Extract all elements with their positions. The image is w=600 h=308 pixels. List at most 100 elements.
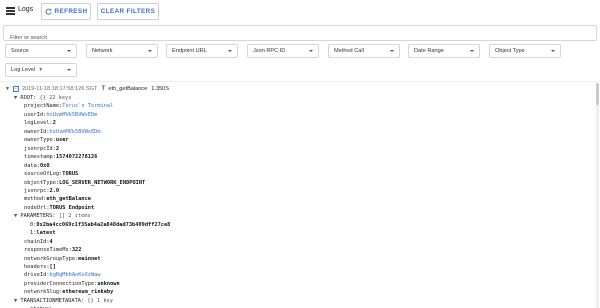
json-value: 0x2ba4cc069c1f35ab4a2a848dad73b409dff27c… [36,221,171,228]
json-value: [] [49,264,56,270]
json-key: ownerId: [24,128,50,135]
search-box [3,25,597,45]
json-key: providerConnectionType: [24,280,98,287]
json-field: jsonrpcId:2 [24,145,59,153]
json-value: hxUvmMVk5BVWxEDm [46,111,98,118]
json-key: driveId: [24,272,50,279]
json-key: ownerType: [24,137,56,144]
refresh-button[interactable]: REFRESH [41,3,91,20]
json-field: providerConnectionType:unknown [24,280,120,288]
chevron-down-icon [67,69,71,71]
chevron-down-icon [148,50,152,52]
json-rpc-id-filter[interactable]: Json RPC ID [247,44,319,58]
json-value: 2 [55,145,60,152]
refresh-icon [45,8,52,15]
json-field: networkGroupType:mainnet [24,255,101,263]
chevron-down-icon [470,50,474,52]
object-type-filter[interactable]: Object Type [489,44,561,58]
json-field: networkSlug:ethereum_rinkeby [24,288,113,296]
chevron-down-icon [309,50,313,52]
transaction-metadata-summary: {} 1 key [87,297,113,304]
json-value: 2 [52,120,56,127]
json-key: sourceOfLog: [24,171,63,178]
transaction-metadata-label: TRANSACTIONMETADATA: [20,297,85,304]
json-field: 1:latest [30,229,56,237]
json-value: Torus's Terminal [62,103,114,110]
json-key: responseTimeMs: [24,247,72,254]
json-value: ethereum_rinkeby [62,289,114,296]
log-timestamp: 2019-11-18 18:17:58:126 SGT [21,85,98,92]
json-key: nodeUrl: [24,204,50,211]
json-key: jsonrpc: [24,187,50,194]
filter-icon: ▼ [38,67,44,73]
clear-filters-button[interactable]: CLEAR FILTERS [97,3,159,20]
menu-icon[interactable] [6,7,15,15]
root-summary: {} 22 keys [39,95,72,101]
endpoint-url-filter-label: Endpoint URL [172,48,207,54]
json-field: driveId:kgBgMhbAeKoXzWaw [24,271,101,279]
json-key: objectType: [24,179,60,186]
log-method: eth_getBalance [108,85,148,92]
chevron-down-icon [390,50,394,52]
json-value: TORUS [62,171,79,178]
json-field: sourceOfLog:TORUS [24,170,78,178]
json-field: responseTimeMs:322 [24,246,81,254]
top-bar: Logs REFRESH CLEAR FILTERS [0,0,600,24]
network-filter-label: Network [92,48,113,54]
divider [0,81,600,82]
json-key: data: [24,162,40,169]
method-call-filter[interactable]: Method Call [328,44,400,58]
json-key: timestamp: [24,154,56,161]
json-value: TORUS Endpoint [49,204,95,211]
json-field: projectName:Torus's Terminal [24,102,113,110]
json-key: userId: [24,111,47,118]
scrollbar-thumb[interactable] [596,83,599,105]
json-field: userId:hxUvmMVk5BVWxEDm [24,111,97,119]
source-filter-label: Source [11,48,29,54]
scrollbar[interactable] [596,83,599,308]
json-field: 0:0x2ba4cc069c1f35ab4a2a848dad73b409dff2… [30,221,170,229]
json-value: 2.0 [49,187,60,194]
transaction-metadata-node[interactable]: ▼ TRANSACTIONMETADATA: {} 1 key [14,297,113,305]
log-level-filter[interactable]: Log Level ▼ [5,63,77,77]
json-field: objectType:LOG_SERVER_NETWORK_ENDPOINT [24,179,145,187]
root-node[interactable]: ▼ ROOT: {} 22 keys [14,94,71,102]
json-value: LOG_SERVER_NETWORK_ENDPOINT [59,179,146,186]
parameters-label: PARAMETERS: [20,213,56,220]
log-level-filter-label: Log Level [11,67,36,73]
object-type-filter-label: Object Type [495,48,525,54]
json-field: ownerId:hxUvmMVk5BVWxEDm [24,128,101,136]
json-value: 1574072278126 [55,154,98,161]
json-value: kgBgMhbAeKoXzWaw [49,272,101,279]
json-key: method: [24,196,47,203]
json-key: headers: [24,264,50,270]
json-value: mainnet [78,255,101,262]
json-value: eth_getBalance [46,196,91,203]
log-entry-header[interactable]: ▼ + 2019-11-18 18:17:58:126 SGT T eth_ge… [5,84,169,93]
json-key: networkGroupType: [24,255,79,262]
torus-logo-icon: T [101,85,106,92]
expand-box-icon[interactable]: + [12,85,19,92]
clear-filters-label: CLEAR FILTERS [100,8,156,15]
search-input[interactable] [4,31,596,45]
json-value: unknown [97,280,120,287]
json-value: user [55,137,69,144]
json-key: networkSlug: [24,289,63,296]
json-key: logLevel: [24,120,53,127]
endpoint-url-filter[interactable]: Endpoint URL [166,44,238,58]
json-value: latest [36,230,56,237]
parameters-node[interactable]: ▼ PARAMETERS: [] 2 items [14,212,91,220]
chevron-down-icon[interactable]: ▼ [5,86,10,92]
chevron-down-icon [551,50,555,52]
page-title: Logs [18,6,34,13]
json-field: nodeUrl:TORUS Endpoint [24,204,94,212]
refresh-label: REFRESH [54,8,88,15]
network-filter[interactable]: Network [86,44,158,58]
source-filter[interactable]: Source [5,44,77,58]
date-range-filter[interactable]: Date Range [408,44,480,58]
json-field: timestamp:1574072278126 [24,153,97,161]
json-field: logLevel:2 [24,119,56,127]
json-value: 0x0 [39,162,50,169]
json-field: chainId:4 [24,238,53,246]
log-duration: 1.350S [151,85,170,92]
